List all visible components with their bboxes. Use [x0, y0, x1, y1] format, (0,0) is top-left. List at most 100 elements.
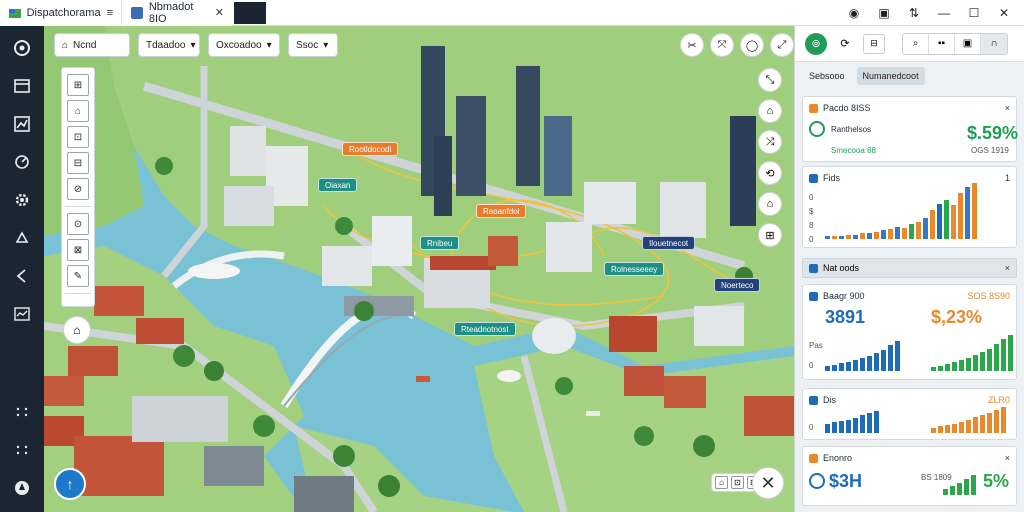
close-icon[interactable]: ×	[1005, 263, 1010, 273]
status-dot	[809, 395, 818, 405]
map-side-tools: ⤡ ⌂ ⤨ ⟲ ⌂ ⊞	[758, 68, 782, 247]
image-icon[interactable]: ▣	[955, 33, 981, 54]
maximize-icon[interactable]: ☐	[966, 6, 982, 20]
tag-nav-button[interactable]	[6, 260, 38, 292]
poi-label[interactable]: Noerteco	[714, 278, 761, 292]
more-nav-button-2[interactable]	[6, 434, 38, 466]
share-tool-button[interactable]: ⤧	[710, 33, 734, 57]
poi-label[interactable]: Raoanfdol	[476, 204, 527, 218]
pen-tool-icon[interactable]: ✎	[67, 265, 89, 287]
expand-tool-button[interactable]: ⤢	[770, 33, 794, 57]
chart-bar	[959, 422, 964, 433]
close-icon[interactable]: ×	[1005, 453, 1010, 463]
more-nav-button[interactable]	[6, 396, 38, 428]
layer-dropdown[interactable]: Tdaadoo ▾	[138, 33, 200, 57]
environment-card-title: Enonro	[823, 453, 853, 463]
list-icon[interactable]: ▪▪	[929, 33, 955, 54]
bar-series-green	[943, 475, 976, 495]
chart-bar	[980, 352, 985, 371]
chart-bar	[874, 232, 879, 239]
frame-tool-icon[interactable]: ⊡	[67, 126, 89, 148]
poi-label[interactable]: Oiaxan	[318, 178, 358, 192]
chart-bar	[860, 415, 865, 433]
search-icon[interactable]: ⌕	[903, 33, 929, 54]
chart-bar	[966, 420, 971, 433]
clear-tool-icon[interactable]: ⊠	[67, 239, 89, 261]
locate-tool-icon[interactable]: ⊙	[67, 213, 89, 235]
app-tab-title: Dispatchorama	[26, 6, 101, 19]
app-tab-secondary[interactable]: Nbmadot 8IO ✕	[122, 0, 232, 26]
chart-bar	[832, 422, 837, 433]
chart-bar	[825, 366, 830, 371]
clipboard-icon[interactable]: ⊟	[863, 33, 885, 54]
poi-label[interactable]: Rootldocodi	[342, 142, 399, 156]
tree	[634, 426, 654, 446]
refresh-icon[interactable]: ⊚	[805, 32, 827, 55]
sync-icon[interactable]: ⇅	[906, 6, 922, 20]
cut-tool-button[interactable]: ✂	[680, 33, 704, 57]
poi-label[interactable]: Rnibeu	[420, 236, 460, 250]
reroute-icon[interactable]: ⤨	[758, 130, 782, 154]
cloud-nav-button[interactable]	[6, 222, 38, 254]
chart-row-label: $	[809, 207, 814, 216]
chart-bar	[964, 479, 969, 495]
reload-icon[interactable]: ⟳	[834, 33, 856, 55]
screenshot-icon[interactable]: ▣	[876, 6, 892, 20]
close-window-icon[interactable]: ✕	[996, 6, 1012, 20]
minimize-icon[interactable]: —	[936, 6, 952, 20]
magnet-icon[interactable]: ∩	[981, 33, 1007, 54]
chart-nav-button[interactable]	[6, 108, 38, 140]
layers-icon[interactable]: ⊞	[758, 223, 782, 247]
poi-label[interactable]: Rolnesseeey	[604, 262, 665, 276]
marker-tool-icon[interactable]: ⌂	[67, 100, 89, 122]
rotate-icon[interactable]: ⟲	[758, 161, 782, 185]
chart-bar	[987, 413, 992, 433]
tab-numbers[interactable]: Numanedcoot	[856, 67, 925, 85]
distribution-card-title: Dis	[823, 395, 836, 405]
overlay-dropdown[interactable]: Oxcoadoo ▾	[208, 33, 280, 57]
domed-building	[532, 318, 576, 354]
layer-tool-icon[interactable]: ⊟	[67, 152, 89, 174]
map-tab-icon	[131, 6, 143, 19]
filter-tool-icon[interactable]: ⊘	[67, 178, 89, 200]
left-rail	[0, 26, 44, 512]
close-map-icon[interactable]: ✕	[752, 467, 784, 499]
frame-icon[interactable]: ⊡	[731, 476, 744, 489]
fullscreen-icon[interactable]: ⤡	[758, 68, 782, 92]
cloud-tool-button[interactable]: ⌂	[63, 316, 91, 344]
ferry	[188, 263, 240, 279]
account-icon[interactable]: ◉	[846, 6, 862, 20]
city-map[interactable]: ⌂ Ncnd Tdaadoo ▾ Oxcoadoo ▾ Ssoc ▾ ✂ ⤧ ◯…	[44, 26, 794, 512]
home-view-icon[interactable]: ⌂	[758, 99, 782, 123]
select-tool-button[interactable]: ◯	[740, 33, 764, 57]
chart-bar	[959, 360, 964, 371]
status-dropdown-label: Ssoc	[296, 39, 319, 51]
home-nav-button[interactable]	[6, 32, 38, 64]
compass-icon[interactable]: ↑	[54, 468, 86, 500]
pulse-nav-button[interactable]	[6, 298, 38, 330]
close-icon[interactable]: ×	[1005, 103, 1010, 113]
chart-bar	[825, 424, 830, 433]
poi-label[interactable]: Ilouetnecot	[642, 236, 696, 250]
lock-icon[interactable]: ⌂	[715, 476, 728, 489]
home-icon: ⌂	[62, 39, 69, 51]
place-icon[interactable]: ⌂	[758, 192, 782, 216]
grid-tool-icon[interactable]: ⊞	[67, 74, 89, 96]
environment-card: Enonro × $3H BS 1809 5%	[802, 446, 1017, 506]
poi-label[interactable]: Rteadnotnost	[454, 322, 516, 336]
dial-nav-button[interactable]	[6, 146, 38, 178]
house-3	[68, 346, 118, 376]
building-c	[224, 186, 274, 226]
status-dropdown[interactable]: Ssoc ▾	[288, 33, 338, 57]
menu-icon[interactable]: ≡	[107, 7, 113, 19]
chart-bar	[881, 230, 886, 239]
gear-nav-button[interactable]	[6, 184, 38, 216]
tab-sessions[interactable]: Sebsooo	[803, 67, 851, 85]
app-tab-main[interactable]: Dispatchorama ≡	[0, 0, 122, 26]
globe-nav-button[interactable]	[6, 472, 38, 504]
close-tab-icon[interactable]: ✕	[215, 6, 224, 19]
map-mode-chip[interactable]: ⌂ Ncnd	[54, 33, 130, 57]
map-toolbar: ⌂ Ncnd Tdaadoo ▾ Oxcoadoo ▾ Ssoc ▾	[54, 33, 338, 57]
new-tab-area[interactable]	[234, 1, 266, 24]
window-nav-button[interactable]	[6, 70, 38, 102]
